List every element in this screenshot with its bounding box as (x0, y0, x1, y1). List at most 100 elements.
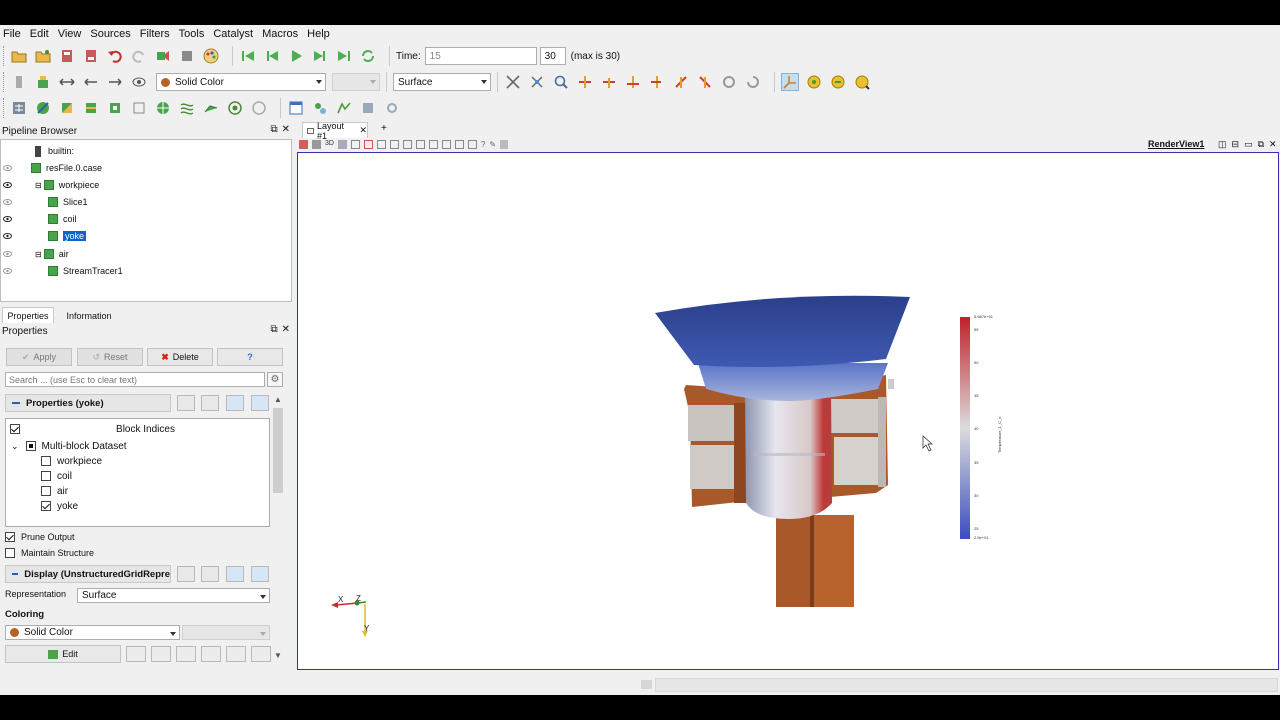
clip-icon[interactable] (58, 99, 76, 117)
view-minus-z-icon[interactable] (696, 73, 714, 91)
menu-tools[interactable]: Tools (179, 28, 205, 40)
timestep-spinbox[interactable]: 30 (539, 47, 566, 65)
properties-scrollbar[interactable]: ▲ ▼ (272, 394, 284, 664)
select-points-icon[interactable] (363, 140, 373, 149)
close-view-icon[interactable]: ✕ (1269, 139, 1277, 150)
first-frame-icon[interactable] (239, 47, 257, 65)
collapse-icon[interactable]: ⊟ (35, 250, 42, 259)
restore-defaults-icon[interactable] (226, 395, 244, 411)
split-vertical-icon[interactable]: ⊟ (1232, 139, 1240, 150)
close-tab-icon[interactable]: ✕ (359, 125, 367, 136)
select-frustum-icon[interactable] (376, 140, 386, 149)
edit-color-map-icon[interactable] (34, 73, 52, 91)
rescale-visible-icon[interactable] (130, 73, 148, 91)
collapse-icon[interactable]: ⊟ (35, 181, 42, 190)
paste-properties-icon[interactable] (201, 395, 219, 411)
open-folder-icon[interactable] (34, 47, 52, 65)
view-3d-toggle-icon[interactable]: 3D (325, 140, 334, 149)
rescale-range-icon[interactable] (58, 73, 76, 91)
properties-section-header[interactable]: Properties (yoke) (5, 394, 171, 412)
pipeline-item-coil[interactable]: coil (48, 211, 77, 227)
coloring-component-select[interactable] (182, 625, 270, 640)
close-panel-icon[interactable]: ✕ (282, 324, 290, 335)
group-datasets-icon[interactable] (226, 99, 244, 117)
coloring-select[interactable]: Solid Color (5, 625, 180, 640)
last-frame-icon[interactable] (335, 47, 353, 65)
view-reset-icon[interactable] (337, 140, 347, 149)
pick-center-icon[interactable] (805, 73, 823, 91)
rescale-custom-range-icon[interactable] (151, 646, 171, 662)
tree-item-workpiece[interactable]: workpiece (41, 454, 102, 468)
copy-display-icon[interactable] (177, 566, 195, 582)
tab-information[interactable]: Information (58, 308, 120, 323)
rotate-center-icon[interactable] (853, 73, 871, 91)
rescale-visible-range-icon[interactable] (201, 646, 221, 662)
maximize-view-icon[interactable]: ▭ (1244, 139, 1253, 150)
rotate-90-icon[interactable] (744, 73, 762, 91)
clear-selection-icon[interactable] (500, 140, 509, 149)
reset-camera-icon[interactable] (504, 73, 522, 91)
properties-search-input[interactable]: Search ... (use Esc to clear text) (5, 372, 265, 387)
select-cells-icon[interactable] (350, 140, 360, 149)
open-file-icon[interactable] (10, 47, 28, 65)
color-bar-icon[interactable] (10, 73, 28, 91)
copy-properties-icon[interactable] (177, 395, 195, 411)
representation-combo[interactable]: Surface (393, 73, 491, 91)
menu-catalyst[interactable]: Catalyst (213, 28, 253, 40)
hover-points-icon[interactable] (428, 140, 438, 149)
view-minus-y-icon[interactable] (648, 73, 666, 91)
view-plus-z-icon[interactable] (672, 73, 690, 91)
tree-item-air[interactable]: air (41, 484, 68, 498)
glyph-icon[interactable] (154, 99, 172, 117)
menu-sources[interactable]: Sources (90, 28, 130, 40)
scroll-down-icon[interactable]: ▼ (274, 651, 282, 660)
menu-macros[interactable]: Macros (262, 28, 298, 40)
maintain-structure-checkbox[interactable] (5, 548, 15, 558)
connect-icon[interactable] (154, 47, 172, 65)
contour-icon[interactable] (34, 99, 52, 117)
hover-cells-icon[interactable] (441, 140, 451, 149)
close-panel-icon[interactable]: ✕ (282, 124, 290, 135)
tree-item-coil[interactable]: coil (41, 469, 72, 483)
disconnect-icon[interactable] (178, 47, 196, 65)
view-capture-icon[interactable] (299, 140, 308, 149)
scrollbar-thumb[interactable] (273, 408, 283, 493)
rescale-temporal-range-icon[interactable] (176, 646, 196, 662)
threshold-icon[interactable] (106, 99, 124, 117)
extract-subset-icon[interactable] (130, 99, 148, 117)
tree-item-multiblock[interactable]: ⌄ Multi-block Dataset (11, 439, 127, 453)
paste-display-icon[interactable] (201, 566, 219, 582)
maintain-structure-option[interactable]: Maintain Structure (5, 546, 94, 560)
tab-layout-1[interactable]: Layout #1 ✕ (302, 121, 368, 141)
interactive-select-icon[interactable] (402, 140, 412, 149)
menu-edit[interactable]: Edit (30, 28, 49, 40)
undo-icon[interactable] (106, 47, 124, 65)
display-section-header[interactable]: Display (UnstructuredGridRepre (5, 565, 171, 583)
query-icon[interactable]: ? (481, 140, 485, 149)
color-palette-icon[interactable] (202, 47, 220, 65)
chevron-down-icon[interactable]: ⌄ (11, 441, 19, 452)
loop-icon[interactable] (359, 47, 377, 65)
pipeline-item-resfile[interactable]: resFile.0.case (31, 160, 102, 176)
settings-icon[interactable] (383, 99, 401, 117)
edit-icon[interactable]: ✎ (489, 140, 496, 149)
help-button[interactable]: ? (217, 348, 283, 366)
slice-icon[interactable] (82, 99, 100, 117)
pipeline-item-builtin[interactable]: builtin: (35, 143, 74, 159)
zoom-to-data-icon[interactable] (528, 73, 546, 91)
float-panel-icon[interactable]: ⧉ (270, 324, 277, 335)
pipeline-item-slice1[interactable]: Slice1 (48, 194, 88, 210)
menu-filters[interactable]: Filters (140, 28, 170, 40)
shrink-selection-icon[interactable] (467, 140, 477, 149)
coil-checkbox[interactable] (41, 471, 51, 481)
next-frame-icon[interactable] (311, 47, 329, 65)
visibility-eye-icon[interactable] (3, 251, 12, 257)
scroll-up-icon[interactable]: ▲ (274, 395, 282, 404)
calculator-icon[interactable] (10, 99, 28, 117)
toggle-color-legend-icon[interactable] (226, 646, 246, 662)
visibility-eye-icon[interactable] (3, 233, 12, 239)
grow-selection-icon[interactable] (454, 140, 464, 149)
delete-button[interactable]: ✖ Delete (147, 348, 213, 366)
stream-tracer-icon[interactable] (178, 99, 196, 117)
tab-properties[interactable]: Properties (2, 307, 54, 323)
